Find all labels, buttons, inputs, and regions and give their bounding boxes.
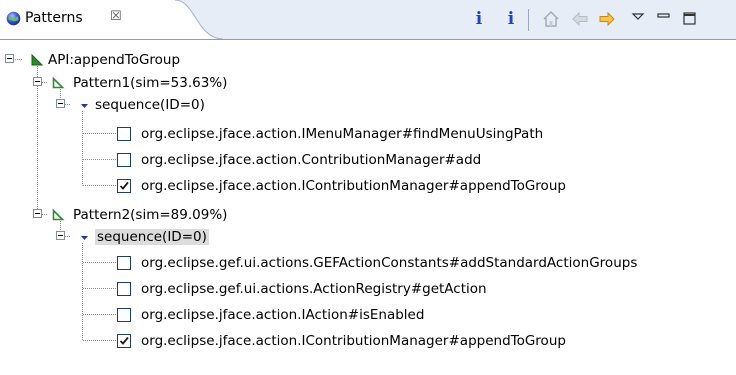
- tree-node-label: org.eclipse.jface.action.IContributionMa…: [141, 178, 566, 194]
- home-icon[interactable]: [541, 9, 561, 29]
- tab-patterns[interactable]: Patterns ☒: [0, 0, 176, 39]
- forward-arrow-icon[interactable]: [597, 9, 617, 29]
- tree-node-label: org.eclipse.jface.action.IContributionMa…: [141, 333, 566, 349]
- pattern-icon: [52, 208, 65, 221]
- tree-node-pattern[interactable]: Pattern2(sim=89.09%): [0, 205, 736, 225]
- tree-node-label: org.eclipse.gef.ui.actions.ActionRegistr…: [141, 281, 487, 297]
- pattern-icon: [52, 76, 65, 89]
- tree-node-label: org.eclipse.jface.action.ContributionMan…: [141, 152, 482, 168]
- tree-node-label: org.eclipse.gef.ui.actions.GEFActionCons…: [141, 255, 638, 271]
- api-icon: [31, 53, 44, 66]
- globe-icon: [6, 11, 21, 26]
- item-checkbox-checked[interactable]: [117, 334, 131, 348]
- tree-node-sequence[interactable]: sequence(ID=0): [0, 227, 736, 247]
- patterns-tree: API:appendToGroup Pattern1(sim=53.63%) s…: [0, 40, 736, 375]
- item-checkbox[interactable]: [117, 153, 131, 167]
- collapse-icon[interactable]: [56, 231, 65, 240]
- tree-node-root[interactable]: API:appendToGroup: [0, 50, 736, 70]
- info-icon[interactable]: i: [469, 9, 489, 29]
- maximize-icon[interactable]: [680, 9, 700, 29]
- info-icon[interactable]: i: [501, 9, 521, 29]
- patterns-view: Patterns ☒ i i API:appendToGroup Pattern…: [0, 0, 736, 375]
- minimize-icon[interactable]: [654, 9, 674, 29]
- sequence-icon: [81, 236, 88, 240]
- tree-node-label-selected: sequence(ID=0): [95, 229, 209, 245]
- tree-node-sequence[interactable]: sequence(ID=0): [0, 95, 736, 115]
- view-menu-icon[interactable]: [628, 9, 648, 29]
- item-checkbox[interactable]: [117, 256, 131, 270]
- collapse-icon[interactable]: [5, 54, 14, 63]
- collapse-icon[interactable]: [33, 77, 42, 86]
- toolbar-separator: [528, 9, 529, 31]
- back-arrow-icon[interactable]: [570, 9, 590, 29]
- item-checkbox-checked[interactable]: [117, 179, 131, 193]
- tree-node-method[interactable]: org.eclipse.gef.ui.actions.ActionRegistr…: [0, 279, 736, 299]
- checkmark-icon: [119, 181, 129, 190]
- tree-node-label: org.eclipse.jface.action.IMenuManager#fi…: [141, 126, 544, 142]
- view-header: Patterns ☒ i i: [0, 0, 736, 40]
- tree-node-label: org.eclipse.jface.action.IAction#isEnabl…: [141, 307, 425, 323]
- collapse-icon[interactable]: [33, 209, 42, 218]
- close-icon[interactable]: ☒: [110, 9, 122, 25]
- tree-node-method[interactable]: org.eclipse.jface.action.ContributionMan…: [0, 150, 736, 170]
- item-checkbox[interactable]: [117, 282, 131, 296]
- tree-node-method[interactable]: org.eclipse.jface.action.IContributionMa…: [0, 176, 736, 196]
- tree-node-method[interactable]: org.eclipse.jface.action.IMenuManager#fi…: [0, 124, 736, 144]
- tree-node-label: sequence(ID=0): [95, 97, 205, 113]
- tab-curve: [175, 0, 223, 39]
- collapse-icon[interactable]: [56, 99, 65, 108]
- tree-node-label: Pattern1(sim=53.63%): [73, 75, 228, 91]
- tree-node-pattern[interactable]: Pattern1(sim=53.63%): [0, 73, 736, 93]
- tree-node-label: Pattern2(sim=89.09%): [73, 207, 228, 223]
- item-checkbox[interactable]: [117, 127, 131, 141]
- sequence-icon: [81, 104, 88, 108]
- checkmark-icon: [119, 336, 129, 345]
- tree-node-label: API:appendToGroup: [48, 52, 181, 68]
- tree-node-method[interactable]: org.eclipse.gef.ui.actions.GEFActionCons…: [0, 253, 736, 273]
- tree-node-method[interactable]: org.eclipse.jface.action.IContributionMa…: [0, 331, 736, 351]
- tree-node-method[interactable]: org.eclipse.jface.action.IAction#isEnabl…: [0, 305, 736, 325]
- tab-label: Patterns: [25, 10, 83, 26]
- item-checkbox[interactable]: [117, 308, 131, 322]
